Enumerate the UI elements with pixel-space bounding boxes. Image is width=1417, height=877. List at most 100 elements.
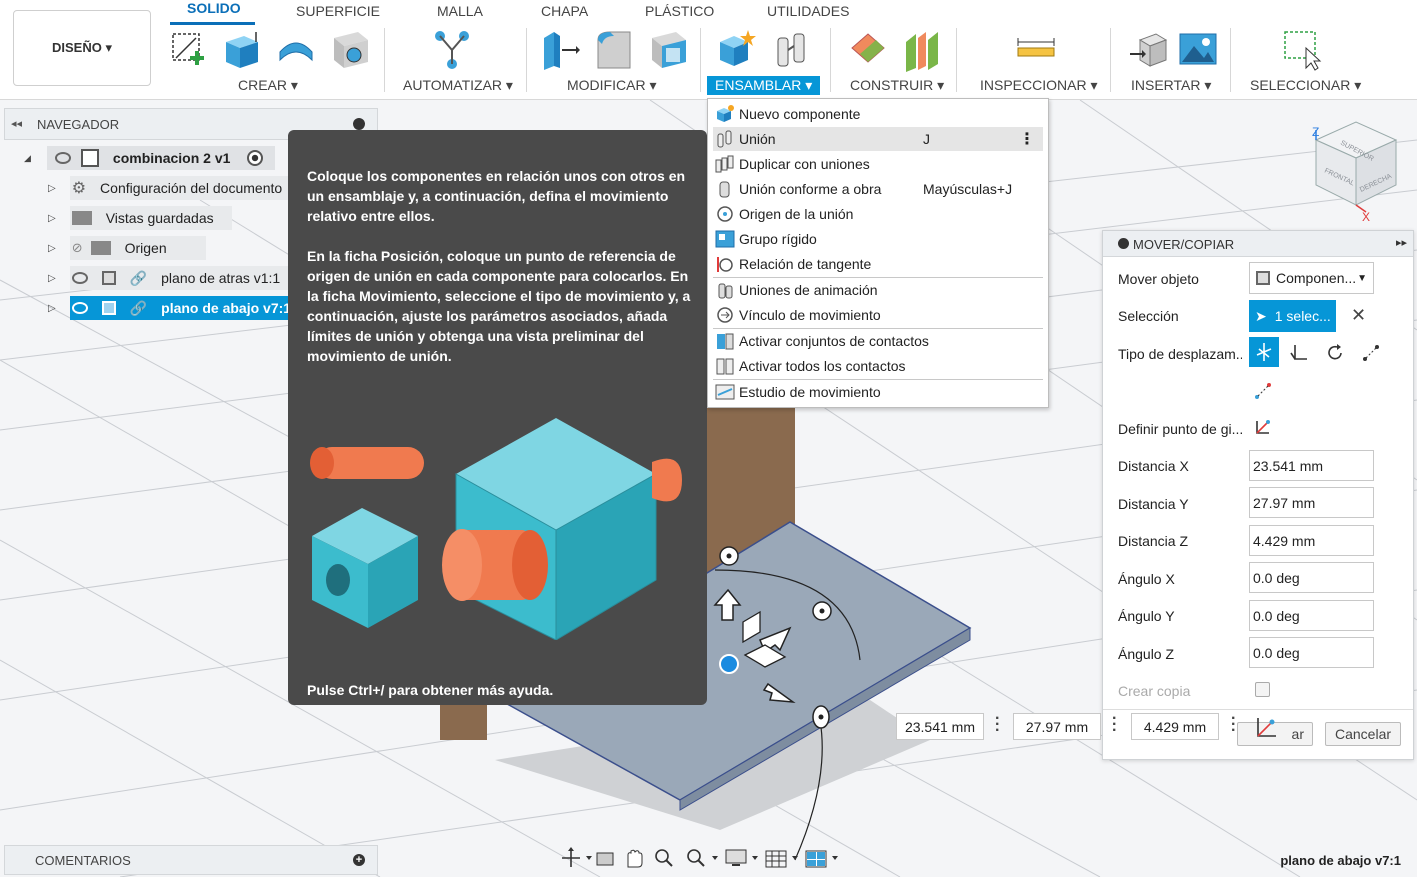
zoom-icon[interactable] — [650, 847, 682, 869]
tree-root-item[interactable]: combinacion 2 v1 — [46, 146, 275, 170]
add-comment-icon[interactable]: + — [353, 854, 365, 866]
press-pull-icon[interactable] — [540, 28, 580, 72]
move-object-dropdown[interactable]: Componen... ▼ — [1249, 262, 1374, 294]
panel-collapse-icon[interactable] — [1118, 238, 1129, 249]
expand-arrow-icon[interactable]: ▷ — [48, 303, 56, 314]
free-move-button[interactable] — [1249, 337, 1279, 367]
group-automatizar[interactable]: AUTOMATIZAR ▾ — [403, 77, 513, 94]
insert-derive-icon[interactable] — [1128, 28, 1168, 72]
dim-z-box[interactable]: 4.429 mm — [1131, 713, 1219, 740]
cancel-button[interactable]: Cancelar — [1325, 722, 1401, 746]
extrude-icon[interactable] — [222, 28, 262, 72]
distance-z-input[interactable] — [1249, 525, 1374, 556]
workspace-design-button[interactable]: DISEÑO ▾ — [13, 10, 151, 86]
select-icon[interactable] — [1282, 28, 1322, 72]
expand-arrow-icon[interactable]: ▷ — [48, 273, 56, 284]
offset-plane-icon[interactable] — [848, 28, 888, 72]
visibility-eye-icon[interactable] — [71, 272, 88, 284]
origin-point[interactable] — [719, 654, 739, 674]
rotate-icon[interactable] — [1325, 343, 1345, 363]
create-copy-checkbox[interactable] — [1255, 682, 1270, 697]
group-seleccionar[interactable]: SELECCIONAR ▾ — [1250, 77, 1361, 94]
menu-item-animate-joints[interactable]: Uniones de animación — [713, 278, 1043, 302]
menu-item-as-built-joint[interactable]: Unión conforme a obra Mayúsculas+J — [713, 177, 1043, 201]
dim-z-menu-icon[interactable]: · · · — [1231, 711, 1236, 739]
tab-malla[interactable]: MALLA — [437, 3, 483, 19]
menu-item-motion-study[interactable]: Estudio de movimiento — [713, 380, 1043, 404]
group-construir[interactable]: CONSTRUIR ▾ — [850, 77, 944, 94]
hole-icon[interactable] — [330, 28, 370, 72]
collapse-icon[interactable]: ◂◂ — [11, 117, 22, 130]
tree-item-document-settings[interactable]: ⚙ Configuración del documento — [69, 176, 291, 200]
tab-superficie[interactable]: SUPERFICIE — [296, 3, 380, 19]
activate-radio-icon[interactable] — [246, 150, 263, 166]
tab-utilidades[interactable]: UTILIDADES — [767, 3, 849, 19]
menu-item-duplicate-with-joints[interactable]: Duplicar con uniones — [713, 152, 1043, 176]
create-sketch-icon[interactable] — [168, 28, 208, 72]
visibility-eye-icon[interactable] — [71, 302, 88, 314]
look-at-icon[interactable] — [594, 847, 620, 869]
panel-expand-icon[interactable]: ▸▸ — [1396, 236, 1407, 249]
shell-icon[interactable] — [648, 28, 688, 72]
angle-x-input[interactable] — [1249, 562, 1374, 593]
angle-y-input[interactable] — [1249, 600, 1374, 631]
insert-image-icon[interactable] — [1178, 28, 1218, 72]
new-component-icon[interactable] — [716, 28, 756, 72]
tree-item-back-plane[interactable]: 🔗 plano de atras v1:1 — [69, 266, 292, 290]
distance-x-input[interactable] — [1249, 450, 1374, 481]
menu-item-joint-origin[interactable]: Origen de la unión — [713, 202, 1043, 226]
group-inspeccionar[interactable]: INSPECCIONAR ▾ — [980, 77, 1098, 94]
dim-x-menu-icon[interactable]: · · · — [995, 711, 1000, 739]
tree-item-origin[interactable]: ⊘ Origen — [69, 236, 206, 260]
hidden-eye-icon[interactable]: ⊘ — [72, 240, 83, 256]
set-pivot-icon[interactable] — [1253, 417, 1273, 437]
expand-arrow-icon[interactable]: ▷ — [48, 213, 56, 224]
menu-item-new-component[interactable]: Nuevo componente — [713, 102, 1043, 126]
dim-x-box[interactable]: 23.541 mm — [896, 713, 984, 740]
menu-item-joint[interactable]: Unión J ⋮ — [713, 127, 1043, 151]
tree-item-bottom-plane[interactable]: 🔗 plano de abajo v7:1 — [69, 296, 292, 320]
menu-item-tangent-relationship[interactable]: Relación de tangente — [713, 252, 1043, 276]
joint-icon[interactable] — [772, 28, 812, 72]
clear-selection-icon[interactable]: ✕ — [1351, 305, 1366, 326]
automate-icon[interactable] — [432, 28, 472, 72]
measure-icon[interactable] — [1016, 28, 1056, 72]
expand-arrow-icon[interactable]: ▷ — [48, 243, 56, 254]
menu-item-enable-all-contacts[interactable]: Activar todos los contactos — [713, 354, 1043, 378]
group-crear[interactable]: CREAR ▾ — [238, 77, 298, 94]
tree-item-saved-views[interactable]: Vistas guardadas — [69, 206, 232, 230]
angle-z-input[interactable] — [1249, 637, 1374, 668]
point-to-point-icon[interactable] — [1361, 343, 1381, 363]
pan-hand-icon[interactable] — [620, 847, 650, 869]
tab-plastico[interactable]: PLÁSTICO — [645, 3, 714, 19]
tab-solido[interactable]: SOLIDO — [187, 0, 241, 16]
visibility-eye-icon[interactable] — [54, 152, 71, 164]
viewcube[interactable]: SUPERIOR FRONTAL DERECHA Z X — [1312, 121, 1398, 224]
translate-icon[interactable] — [1289, 343, 1309, 363]
zoom-window-icon[interactable] — [682, 847, 722, 869]
grid-settings-icon[interactable] — [762, 847, 802, 869]
group-ensamblar[interactable]: ENSAMBLAR ▾ — [707, 76, 821, 95]
selection-button[interactable]: ➤ 1 selec... — [1249, 300, 1336, 332]
manipulator-axes-icon[interactable] — [1254, 714, 1280, 740]
expand-arrow-icon[interactable]: ▷ — [48, 183, 56, 194]
orbit-icon[interactable] — [560, 847, 594, 869]
minimize-icon[interactable] — [353, 118, 365, 130]
group-modificar[interactable]: MODIFICAR ▾ — [567, 77, 656, 94]
expand-arrow-icon[interactable]: ◢ — [24, 153, 31, 164]
display-settings-icon[interactable] — [722, 847, 762, 869]
menu-item-enable-contact-sets[interactable]: Activar conjuntos de contactos — [713, 329, 1043, 353]
viewports-icon[interactable] — [802, 847, 842, 869]
point-to-position-icon[interactable] — [1253, 381, 1273, 401]
more-options-icon[interactable]: ⋮ — [1019, 129, 1035, 149]
group-insertar[interactable]: INSERTAR ▾ — [1131, 77, 1211, 94]
dim-y-menu-icon[interactable]: · · · — [1112, 711, 1117, 739]
fillet-icon[interactable] — [594, 28, 634, 72]
menu-item-rigid-group[interactable]: Grupo rígido — [713, 227, 1043, 251]
tab-chapa[interactable]: CHAPA — [541, 3, 588, 19]
menu-item-motion-link[interactable]: Vínculo de movimiento — [713, 303, 1043, 327]
dim-y-box[interactable]: 27.97 mm — [1013, 713, 1101, 740]
revolve-icon[interactable] — [276, 28, 316, 72]
distance-y-input[interactable] — [1249, 487, 1374, 518]
midplane-icon[interactable] — [902, 28, 942, 72]
